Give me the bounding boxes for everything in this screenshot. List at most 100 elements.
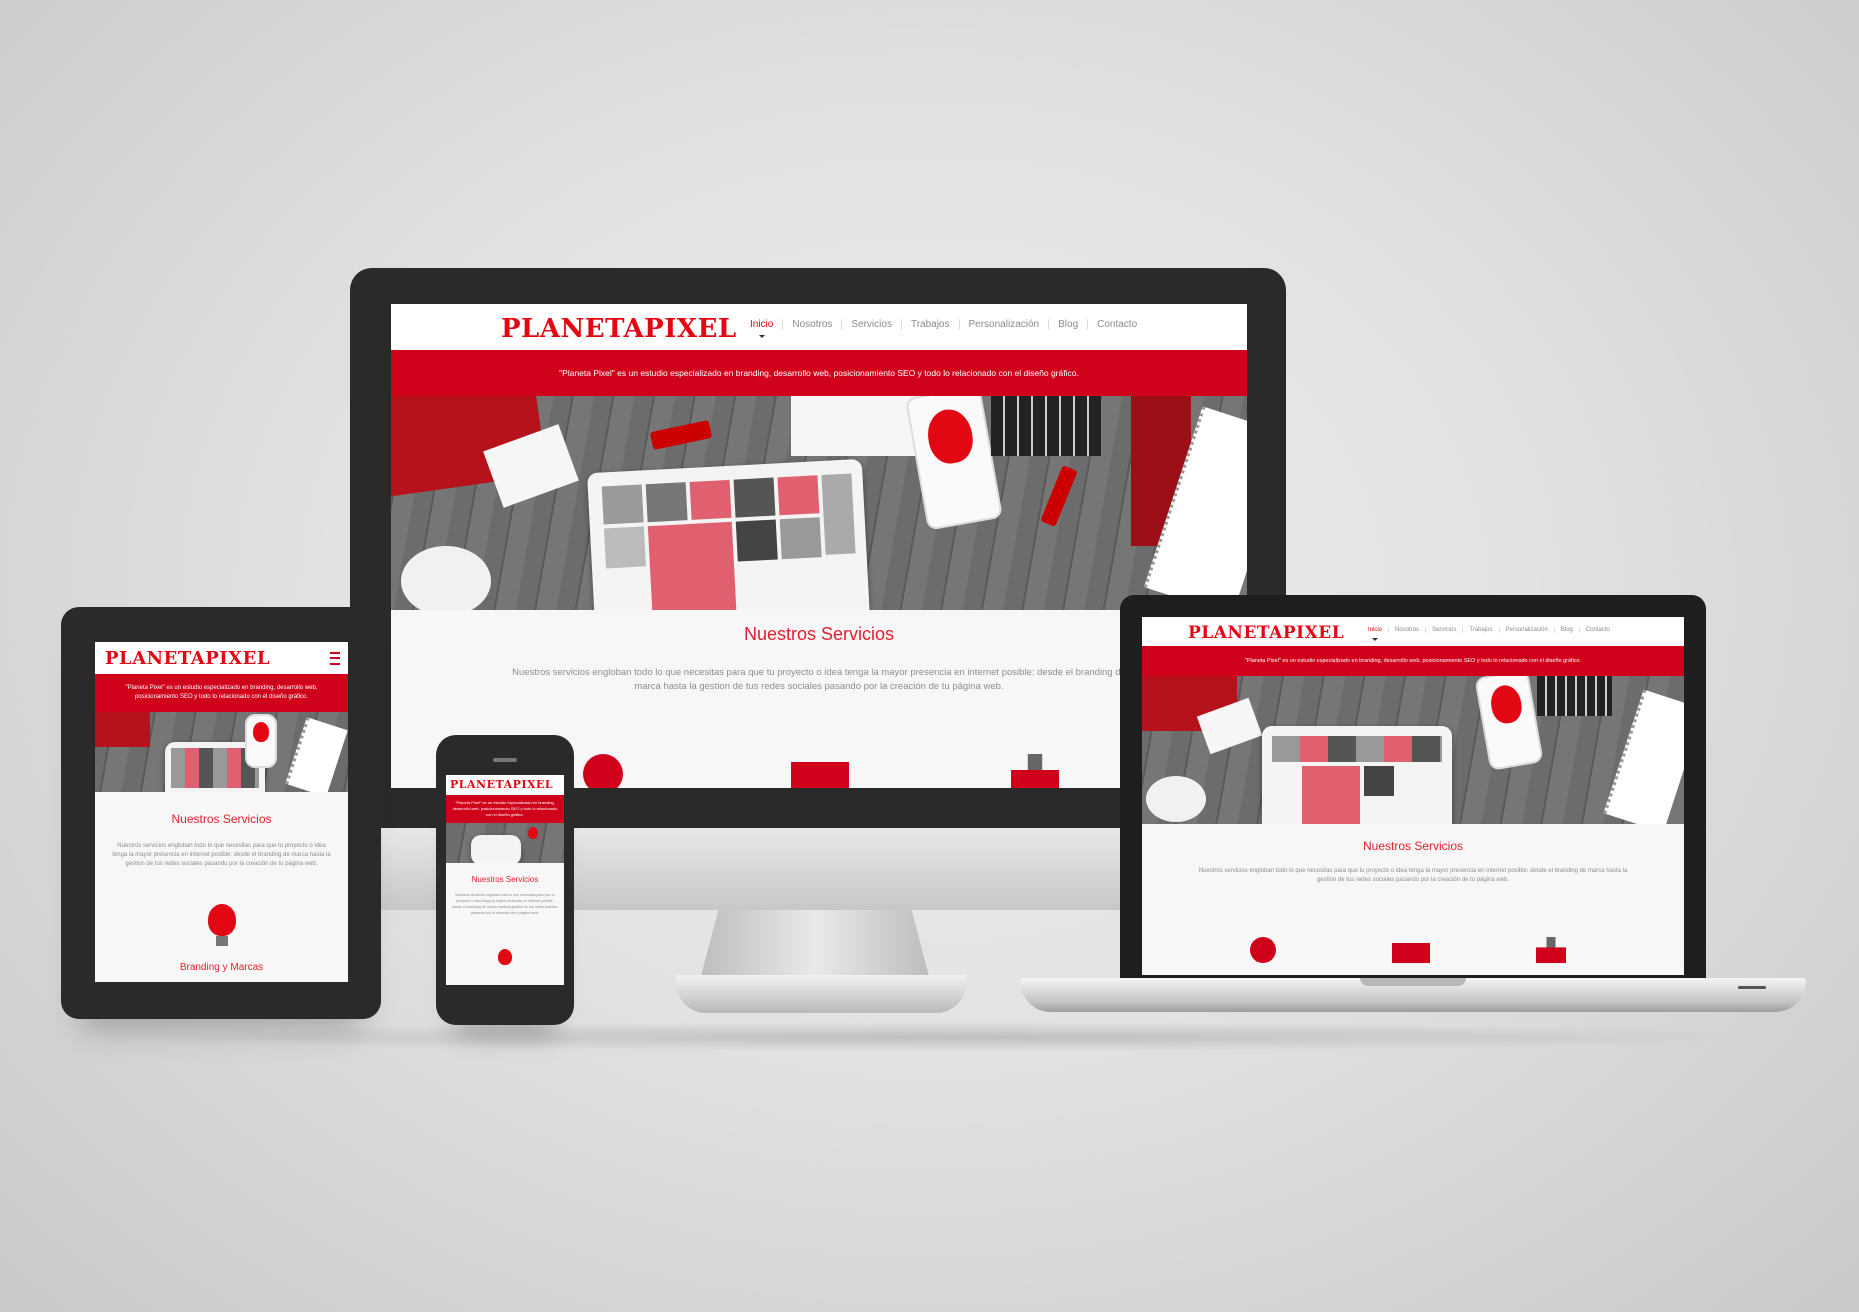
monitor-neck [700, 910, 930, 980]
tablet-services-text: Nuestros servicios engloban todo lo que … [112, 843, 331, 867]
phone-intro-text: "Planeta Pixel" es un estudio especializ… [452, 800, 558, 817]
monitor-logo[interactable]: PLANETAPIXEL [501, 314, 737, 344]
phone-logo[interactable]: PLANETAPIXEL [450, 778, 553, 791]
nav-item-personalizacion[interactable]: Personalización [1498, 627, 1554, 633]
tile [645, 482, 688, 523]
laptop-services-text: Nuestros servicios engloban todo lo que … [1198, 868, 1628, 883]
bulb-icon [923, 405, 977, 467]
hero-phone [245, 714, 277, 768]
tablet-navbar: PLANETAPIXEL [95, 642, 348, 674]
tile [1272, 736, 1442, 762]
monitor-navbar: PLANETAPIXEL Inicio Nosotros Servicios T… [391, 304, 1247, 350]
laptop-navbar: PLANETAPIXEL Inicio Nosotros Servicios T… [1142, 617, 1684, 646]
monitor-menu: Inicio Nosotros Servicios Trabajos Perso… [741, 319, 1146, 330]
red-notebook [95, 712, 150, 747]
tablet-logo[interactable]: PLANETAPIXEL [105, 648, 270, 669]
spiral-notebook [285, 717, 348, 792]
tile [733, 477, 776, 518]
phone-services-title: Nuestros Servicios [471, 875, 539, 884]
phone-services-text: Nuestros servicios engloban todo lo que … [452, 893, 558, 915]
laptop-notch [1360, 978, 1466, 986]
tile [779, 517, 822, 560]
laptop-logo[interactable]: PLANETAPIXEL [1188, 623, 1344, 643]
laptop-screen: PLANETAPIXEL Inicio Nosotros Servicios T… [1142, 617, 1684, 975]
laptop-lid: PLANETAPIXEL Inicio Nosotros Servicios T… [1120, 595, 1706, 980]
laptop-intro-text: "Planeta Pixel" es un estudio especializ… [1244, 658, 1582, 664]
tile [735, 519, 778, 562]
bulb-icon [253, 722, 269, 742]
nav-item-personalizacion[interactable]: Personalización [958, 319, 1049, 330]
laptop-keyboard [1537, 676, 1612, 716]
phone-hero-image [446, 823, 564, 863]
bulb-icon [528, 827, 538, 839]
nav-item-contacto[interactable]: Contacto [1087, 319, 1146, 330]
paper-sheet [791, 396, 921, 456]
home-tile [689, 479, 732, 520]
tile [601, 484, 644, 525]
monitor-intro-text: "Planeta Pixel" es un estudio especializ… [559, 368, 1079, 378]
service-branding-title: Branding y Marcas [179, 962, 264, 973]
monitor-services-text: Nuestros servicios engloban todo lo que … [512, 667, 1126, 692]
id-card-icon [1392, 943, 1430, 963]
tablet-hero-image [95, 712, 348, 792]
laptop-base [1020, 978, 1806, 1012]
monitor-screen: PLANETAPIXEL Inicio Nosotros Servicios T… [391, 304, 1247, 788]
tile [777, 475, 820, 516]
nav-item-nosotros[interactable]: Nosotros [782, 319, 841, 330]
bulb-base [216, 936, 228, 946]
phone-intro-band: "Planeta Pixel" es un estudio especializ… [446, 795, 564, 823]
laptop-services-title: Nuestros Servicios [1362, 839, 1464, 853]
nav-item-trabajos[interactable]: Trabajos [900, 319, 959, 330]
hamburger-icon[interactable] [330, 652, 340, 665]
bulb-icon [583, 754, 623, 788]
nav-item-inicio[interactable]: Inicio [741, 319, 782, 330]
tablet-services-title: Nuestros Servicios [171, 812, 272, 826]
nav-item-servicios[interactable]: Servicios [841, 319, 901, 330]
hero-tablet [471, 835, 521, 863]
nav-item-inicio[interactable]: Inicio [1362, 627, 1388, 633]
nav-item-contacto[interactable]: Contacto [1578, 627, 1616, 633]
phone-speaker [493, 758, 517, 762]
phone-device: PLANETAPIXEL "Planeta Pixel" es un estud… [436, 735, 574, 1025]
tile [1364, 766, 1394, 796]
bulb-icon [498, 949, 512, 965]
hero-phone [904, 396, 1004, 531]
phone-navbar: PLANETAPIXEL [446, 775, 564, 795]
hero-tablet [1262, 726, 1452, 824]
nav-item-trabajos[interactable]: Trabajos [1462, 627, 1498, 633]
monitor-base [676, 975, 966, 1013]
monitor-intro-band: "Planeta Pixel" es un estudio especializ… [391, 350, 1247, 396]
nav-item-blog[interactable]: Blog [1553, 627, 1579, 633]
spiral-notebook [1603, 689, 1684, 824]
upload-icon [1536, 937, 1566, 963]
ground-shadow [120, 1022, 1780, 1052]
hero-tablet [587, 458, 870, 610]
bulb-icon [1250, 937, 1276, 963]
tablet-intro-band: "Planeta Pixel" es un estudio especializ… [95, 674, 348, 712]
phone-screen: PLANETAPIXEL "Planeta Pixel" es un estud… [446, 775, 564, 985]
hero-phone [1474, 676, 1544, 771]
laptop-keyboard [991, 396, 1101, 456]
mouse-shape [1146, 776, 1206, 822]
bulb-icon [1488, 682, 1525, 726]
red-pen [649, 419, 713, 451]
laptop-hero-image [1142, 676, 1684, 824]
monitor-hero-image [391, 396, 1247, 610]
laptop-menu: Inicio Nosotros Servicios Trabajos Perso… [1362, 627, 1616, 633]
bulb-icon [208, 904, 236, 936]
upload-icon [1011, 754, 1059, 788]
nav-item-nosotros[interactable]: Nosotros [1388, 627, 1425, 633]
tablet-device: PLANETAPIXEL "Planeta Pixel" es un estud… [61, 607, 381, 1019]
user-tile [1302, 766, 1360, 824]
laptop-status-light [1738, 986, 1766, 989]
check-tile [821, 473, 856, 555]
id-card-icon [791, 762, 849, 788]
user-tile [647, 521, 737, 610]
nav-item-servicios[interactable]: Servicios [1425, 627, 1462, 633]
tile [603, 526, 646, 569]
mouse-shape [401, 546, 491, 610]
laptop-intro-band: "Planeta Pixel" es un estudio especializ… [1142, 646, 1684, 676]
nav-item-blog[interactable]: Blog [1048, 319, 1087, 330]
monitor-services-title: Nuestros Servicios [743, 624, 895, 644]
tablet-intro-text: "Planeta Pixel" es un estudio especializ… [125, 685, 318, 700]
